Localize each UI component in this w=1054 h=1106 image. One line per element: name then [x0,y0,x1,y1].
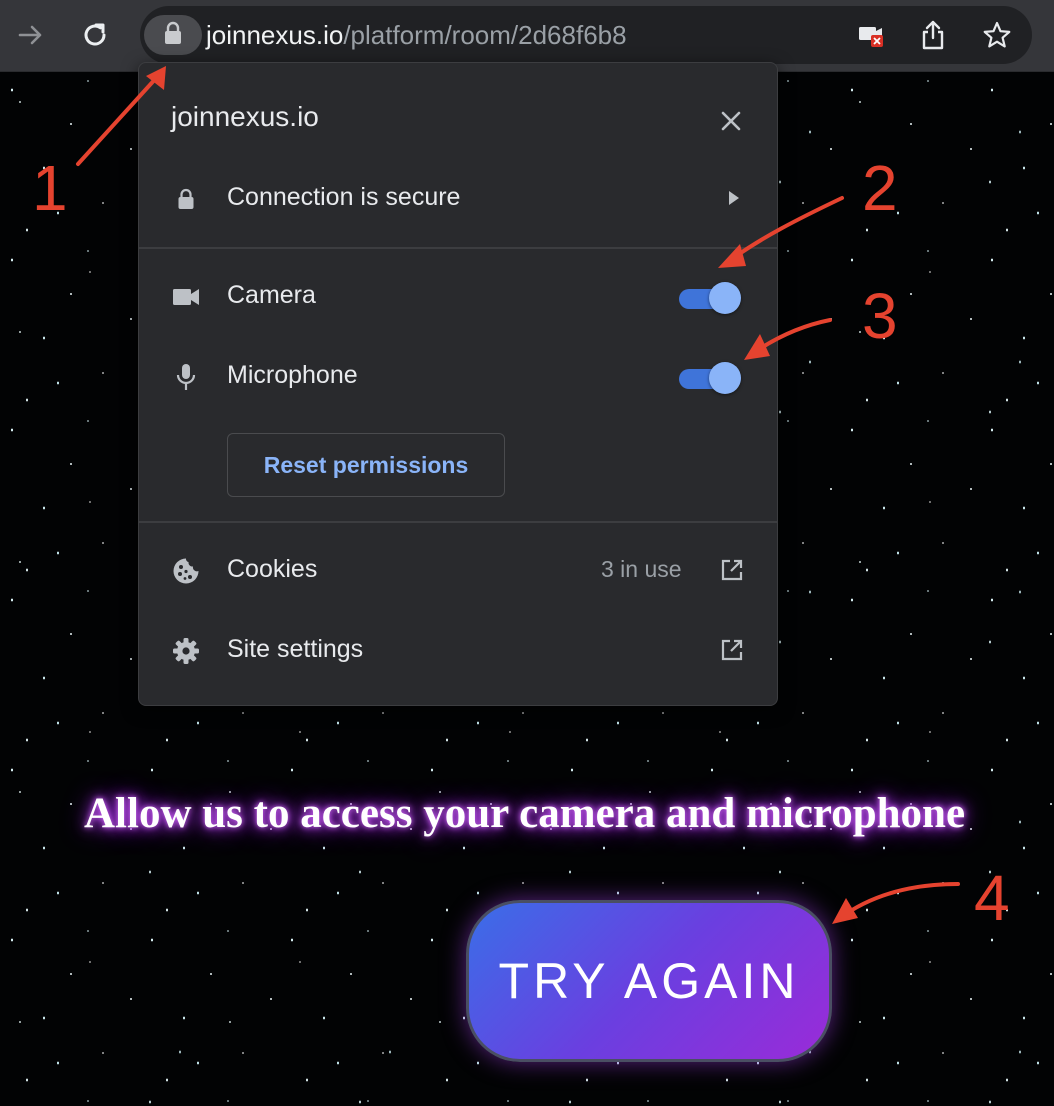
toggle-knob [709,362,741,394]
cookies-label: Cookies [227,555,318,583]
toggle-knob [709,282,741,314]
try-again-button[interactable]: TRY AGAIN [466,900,832,1062]
microphone-toggle[interactable] [679,361,741,395]
external-link-icon[interactable] [717,635,747,665]
reset-permissions-button[interactable]: Reset permissions [227,433,505,497]
divider [139,521,777,523]
share-icon[interactable] [916,18,950,52]
camera-blocked-icon[interactable] [854,18,888,52]
camera-label: Camera [227,281,316,309]
site-info-button[interactable] [144,15,202,55]
popup-site-title: joinnexus.io [171,101,319,132]
address-bar[interactable]: joinnexus.io/platform/room/2d68f6b8 [140,6,1032,64]
forward-arrow-icon[interactable] [12,16,50,54]
microphone-label: Microphone [227,361,358,389]
site-settings-row[interactable]: Site settings [139,621,777,681]
chevron-right-icon [719,183,749,213]
video-camera-icon [171,282,201,312]
annotation-number-4: 4 [974,862,1010,934]
star-icon[interactable] [980,18,1014,52]
permission-row-microphone: Microphone [139,347,777,407]
annotation-number-2: 2 [862,152,898,224]
cookies-row[interactable]: Cookies 3 in use [139,541,777,601]
close-icon[interactable] [713,103,749,139]
connection-label: Connection is secure [227,183,461,211]
permission-row-camera: Camera [139,267,777,327]
divider [139,247,777,249]
lock-icon [163,21,183,50]
cookie-icon [171,556,201,586]
connection-row[interactable]: Connection is secure [139,169,777,229]
external-link-icon[interactable] [717,555,747,585]
camera-toggle[interactable] [679,281,741,315]
reload-icon[interactable] [76,16,114,54]
lock-icon [171,184,201,214]
url-text[interactable]: joinnexus.io/platform/room/2d68f6b8 [206,19,627,51]
gear-icon [171,636,201,666]
annotation-number-1: 1 [32,152,68,224]
site-info-popup: joinnexus.io Connection is secure Camera… [138,62,778,706]
annotation-number-3: 3 [862,280,898,352]
site-settings-label: Site settings [227,635,364,663]
url-path: /platform/room/2d68f6b8 [343,20,627,50]
microphone-icon [171,362,201,392]
permission-headline: Allow us to access your camera and micro… [84,790,966,837]
url-host: joinnexus.io [206,20,344,50]
cookies-count: 3 in use [601,556,682,582]
